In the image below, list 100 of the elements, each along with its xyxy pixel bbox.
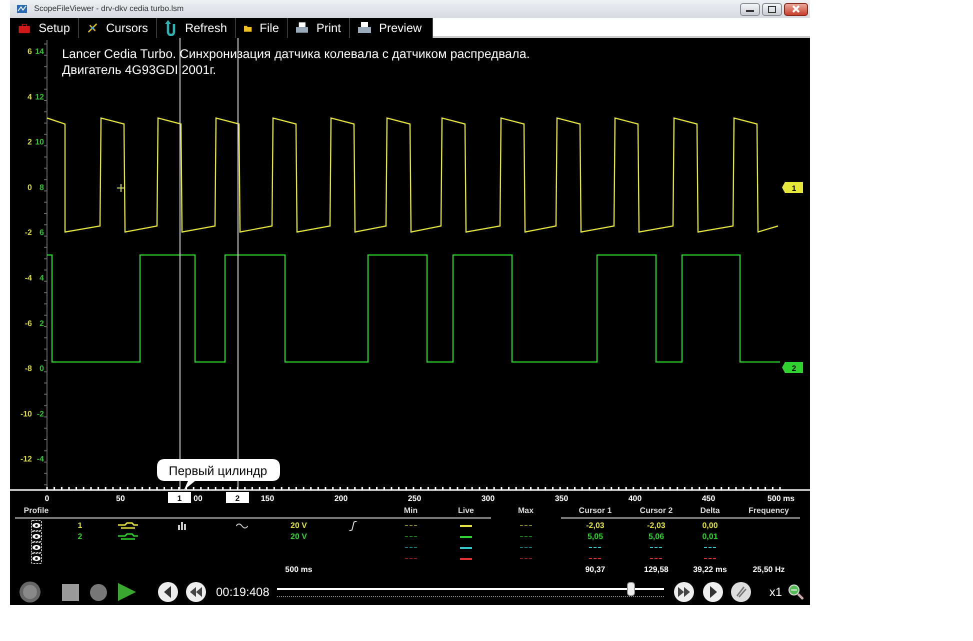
dash-mark <box>704 547 716 548</box>
dash-mark <box>404 525 417 526</box>
play-button[interactable] <box>118 583 136 601</box>
record-icon <box>19 581 41 603</box>
reading-value: 5,05 <box>587 532 604 540</box>
axis-label: 2 <box>40 318 44 328</box>
axis-label: 300 <box>481 494 495 503</box>
zoom-button[interactable] <box>788 584 804 600</box>
toolbar-button[interactable]: File <box>236 18 288 38</box>
dash-mark <box>404 536 417 537</box>
toolbar-button[interactable]: Preview <box>350 18 433 38</box>
dash-mark <box>520 525 532 526</box>
axis-label: -4 <box>36 454 44 464</box>
printer-icon <box>358 22 371 34</box>
axis-label: -12 <box>20 454 32 464</box>
column-header: Frequency <box>748 506 789 514</box>
channel-marker: 1 <box>782 182 803 193</box>
axis-label: -2 <box>36 409 44 418</box>
channel-number: 1 <box>78 520 82 530</box>
axis-label: 0 <box>44 494 50 503</box>
maximize-button[interactable] <box>762 2 782 16</box>
eye-icon[interactable] <box>30 520 42 531</box>
circle-icon <box>90 584 107 600</box>
rewind-button[interactable] <box>186 582 206 602</box>
axis-label: -4 <box>24 274 32 282</box>
dash-mark <box>704 558 716 559</box>
step-forward-button[interactable] <box>703 582 724 602</box>
column-header: Delta <box>700 506 720 514</box>
column-header: Cursor 2 <box>640 506 673 514</box>
refresh-icon <box>165 20 177 36</box>
step-back-icon <box>158 582 178 602</box>
dash-mark <box>520 558 532 559</box>
eye-icon[interactable] <box>30 542 42 553</box>
axis-label: 00 <box>194 494 202 503</box>
column-header: Min <box>404 506 418 514</box>
crosshair-marker <box>116 184 126 192</box>
axis-label: -10 <box>20 409 32 418</box>
fast-forward-button[interactable] <box>674 582 694 602</box>
slope-icon <box>348 520 357 530</box>
reading-value: 5,06 <box>648 532 664 540</box>
toolbar-button[interactable]: Print <box>288 18 350 38</box>
chart-note: Двигатель 4G93GDI 2001г. <box>62 63 216 77</box>
toolbox-icon <box>18 22 31 34</box>
reading-value: 25,50 Hz <box>752 564 785 574</box>
reading-value: 129,58 <box>644 564 668 574</box>
close-button[interactable] <box>784 2 808 16</box>
axis-label: 50 <box>116 494 125 503</box>
slider-thumb[interactable] <box>627 582 636 596</box>
channel-marker: 2 <box>782 362 803 373</box>
axis-label: 0 <box>40 364 44 374</box>
axis-label: 14 <box>35 47 44 56</box>
axis-label: 10 <box>35 138 44 147</box>
axis-label: 0 <box>28 182 32 192</box>
reading-value: -2,03 <box>647 520 666 530</box>
toolbar-button[interactable]: Cursors <box>79 18 157 38</box>
stop-button[interactable] <box>62 584 79 600</box>
reading-value: -2,03 <box>586 520 604 530</box>
toolbar-button[interactable]: Refresh <box>157 18 236 38</box>
axis-label: 2 <box>28 138 32 147</box>
dash-mark <box>520 536 532 537</box>
toolbar-button[interactable]: Setup <box>10 18 79 38</box>
axis-label: 500 ms <box>767 494 795 503</box>
time-display: 00:19:408 <box>216 584 270 601</box>
callout: Первый цилиндр <box>157 459 280 490</box>
dash-mark <box>589 547 602 548</box>
axis-label: 200 <box>334 494 348 503</box>
axis-label: 6 <box>40 228 44 238</box>
axis-label: -6 <box>24 318 32 328</box>
axis-label: 4 <box>28 92 32 102</box>
zoom-icon <box>788 584 804 600</box>
range-value: 20 V <box>290 520 307 530</box>
step-back-button[interactable] <box>158 582 178 602</box>
eye-icon[interactable] <box>30 531 42 542</box>
sine-wave-icon <box>236 522 248 528</box>
channel-number: 2 <box>78 532 82 540</box>
cursor-label: 2 <box>226 492 249 503</box>
pause-button[interactable] <box>90 584 107 600</box>
timebase-value: 500 ms <box>285 564 312 574</box>
axis-label: -8 <box>24 364 32 374</box>
axis-label: 450 <box>702 494 716 503</box>
fast-forward-icon <box>674 582 694 602</box>
axis-label: 8 <box>40 182 44 192</box>
axis-label: 150 <box>260 494 274 503</box>
play-icon <box>118 583 136 601</box>
reading-value: 90,37 <box>585 564 606 574</box>
range-value: 20 V <box>290 532 307 540</box>
reading-value: 0,00 <box>702 520 718 530</box>
eye-icon[interactable] <box>30 553 42 564</box>
column-header: Max <box>518 506 534 514</box>
app-icon <box>16 3 28 15</box>
axis-label: 12 <box>35 92 44 102</box>
axis-label: 350 <box>554 494 568 503</box>
axis-label: 4 <box>40 274 44 282</box>
cursor-label: 1 <box>168 492 191 503</box>
step-forward-icon <box>703 582 724 602</box>
record-button[interactable] <box>19 581 41 603</box>
column-header: Profile <box>24 506 49 514</box>
dash-mark <box>589 558 602 559</box>
dash-mark <box>650 547 662 548</box>
minimize-button[interactable] <box>740 2 760 16</box>
